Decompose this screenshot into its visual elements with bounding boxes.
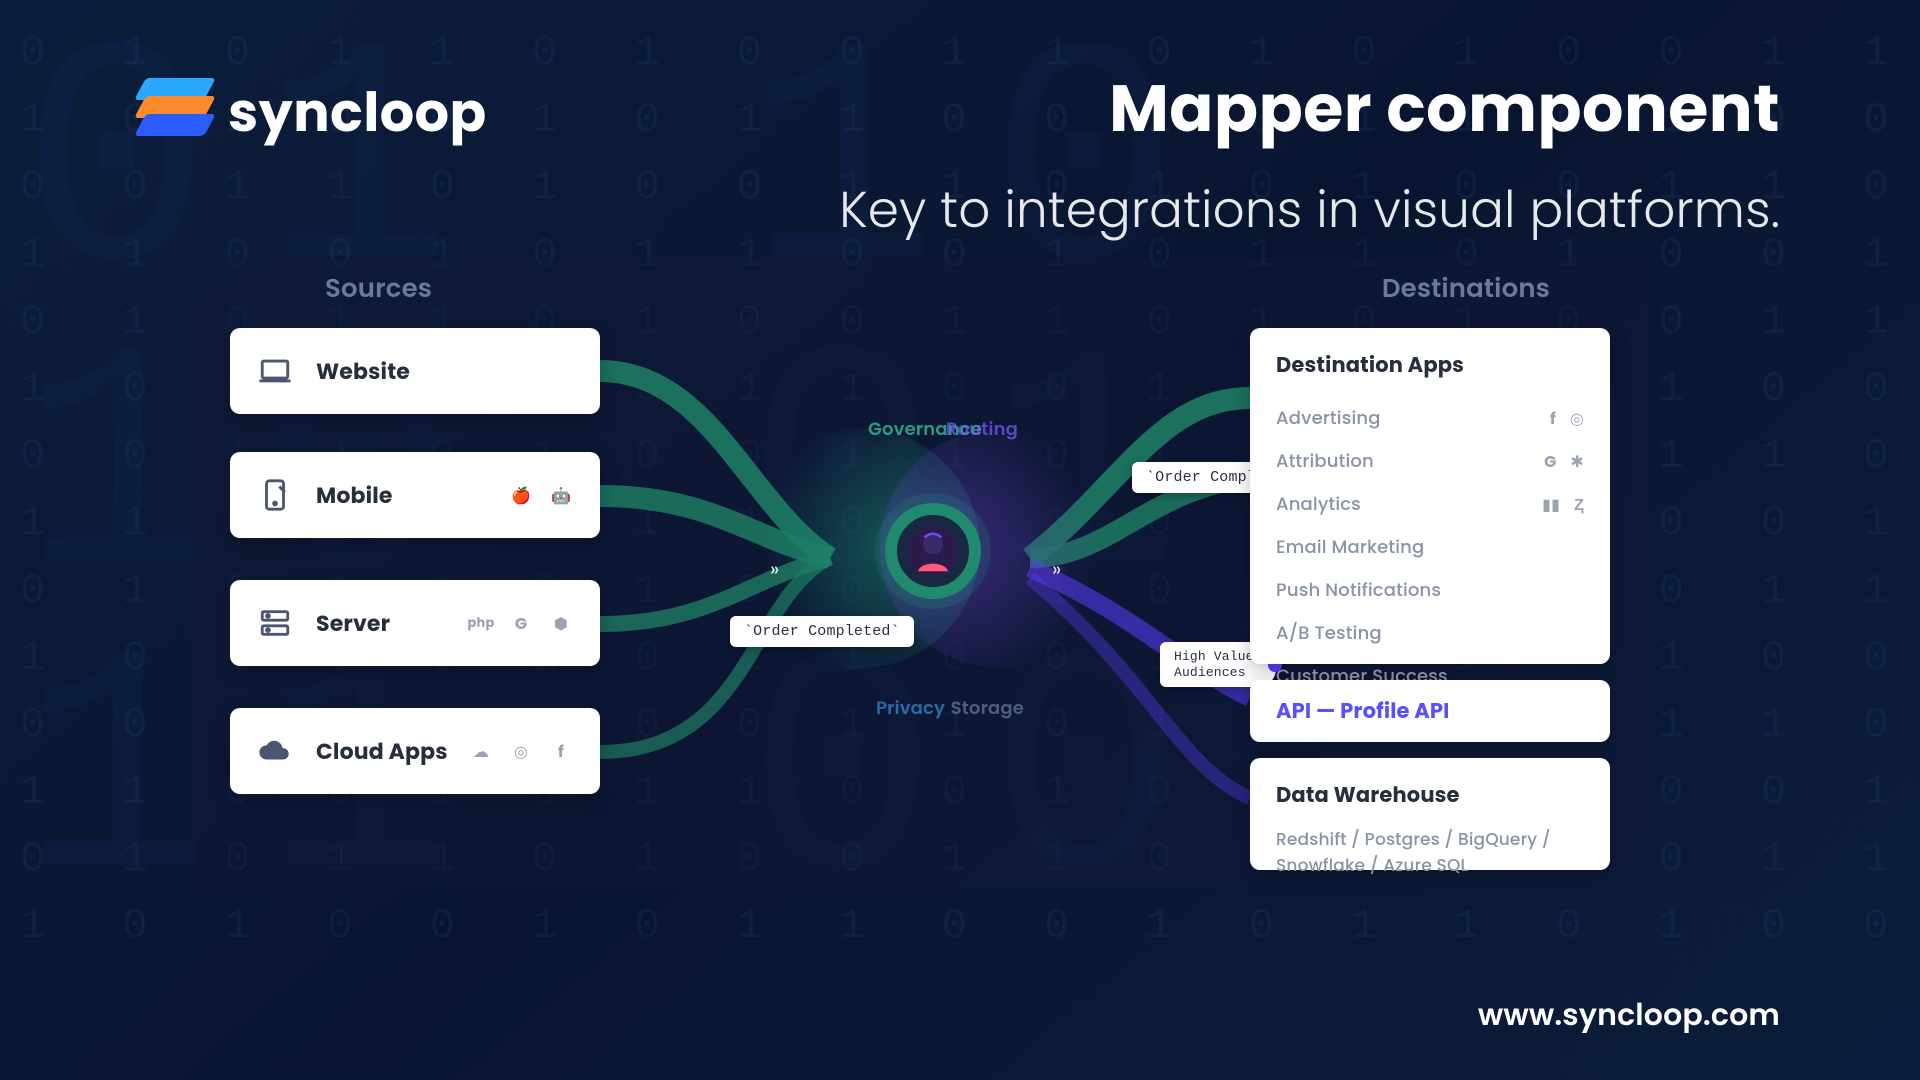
compass-icon: ◎ [1570,406,1584,431]
chevron-right-icon: » [1052,554,1057,584]
hub-label-routing: Routing [946,416,1018,443]
google-g-icon: G [510,612,532,634]
dest-app-item: Attribution G ✱ [1276,440,1584,483]
slack-icon: ✱ [1570,449,1584,474]
dest-app-label: Attribution [1276,448,1374,475]
dest-app-item: Push Notifications [1276,569,1584,612]
data-warehouse-panel: Data Warehouse Redshift / Postgres / Big… [1250,758,1610,870]
source-card-server: Server php G ⬢ [230,580,600,666]
destination-apps-panel: Destination Apps Advertising f ◎ Attributio… [1250,328,1610,664]
destination-apps-title: Destination Apps [1276,350,1584,381]
source-card-website: Website [230,328,600,414]
source-label: Website [316,355,410,388]
chevron-right-icon: » [770,554,775,584]
diagram-canvas: Sources Destinations Website Mobile 🍎 🤖 S… [190,258,1650,888]
android-icon: 🤖 [550,484,572,506]
apple-icon: 🍎 [510,484,532,506]
event-pill-left: `Order Completed` [730,616,914,647]
zendesk-icon: Ⱬ [1574,492,1584,517]
source-card-mobile: Mobile 🍎 🤖 [230,452,600,538]
hub-label-privacy: Privacy [876,695,945,722]
dest-app-item: Email Marketing [1276,526,1584,569]
dest-app-label: Push Notifications [1276,577,1441,604]
footer-url: www.syncloop.com [1478,992,1780,1038]
dest-app-label: Advertising [1276,405,1381,432]
api-card: API — Profile API [1250,680,1610,742]
hub: Governance Routing Privacy Storage [780,398,1080,698]
brand-name: syncloop [228,72,487,153]
dest-app-label: Analytics [1276,491,1361,518]
bars-icon: ▮▮ [1542,492,1560,517]
sources-column-label: Sources [325,270,432,309]
laptop-icon [258,354,292,388]
hub-label-storage: Storage [951,695,1024,722]
destinations-column-label: Destinations [1382,270,1550,309]
cloud-icon [258,734,292,768]
server-icon [258,606,292,640]
facebook-icon: f [1550,406,1556,431]
source-label: Server [316,607,390,640]
facebook-icon: f [550,740,572,762]
dest-app-item: A/B Testing [1276,612,1584,655]
php-icon: php [470,612,492,634]
G-icon: G [1544,449,1556,474]
compass-icon: ◎ [510,740,532,762]
page-title: Mapper component [839,60,1780,158]
dest-app-item: Analytics ▮▮ Ⱬ [1276,483,1584,526]
dest-app-label: A/B Testing [1276,620,1382,647]
node-icon: ⬢ [550,612,572,634]
source-label: Cloud Apps [316,735,448,768]
data-warehouse-body: Redshift / Postgres / BigQuery / Snowfla… [1276,827,1584,878]
page-subtitle: Key to integrations in visual platforms. [839,172,1780,248]
mobile-icon [258,478,292,512]
logo-mark-icon [140,78,210,148]
source-label: Mobile [316,479,393,512]
dest-app-label: Email Marketing [1276,534,1424,561]
data-warehouse-title: Data Warehouse [1276,780,1584,811]
brand-logo: syncloop [140,72,487,153]
salesforce-icon: ☁︎ [470,740,492,762]
source-card-cloudapps: Cloud Apps ☁︎ ◎ f [230,708,600,794]
dest-app-item: Advertising f ◎ [1276,397,1584,440]
hub-avatar-icon [885,503,981,599]
